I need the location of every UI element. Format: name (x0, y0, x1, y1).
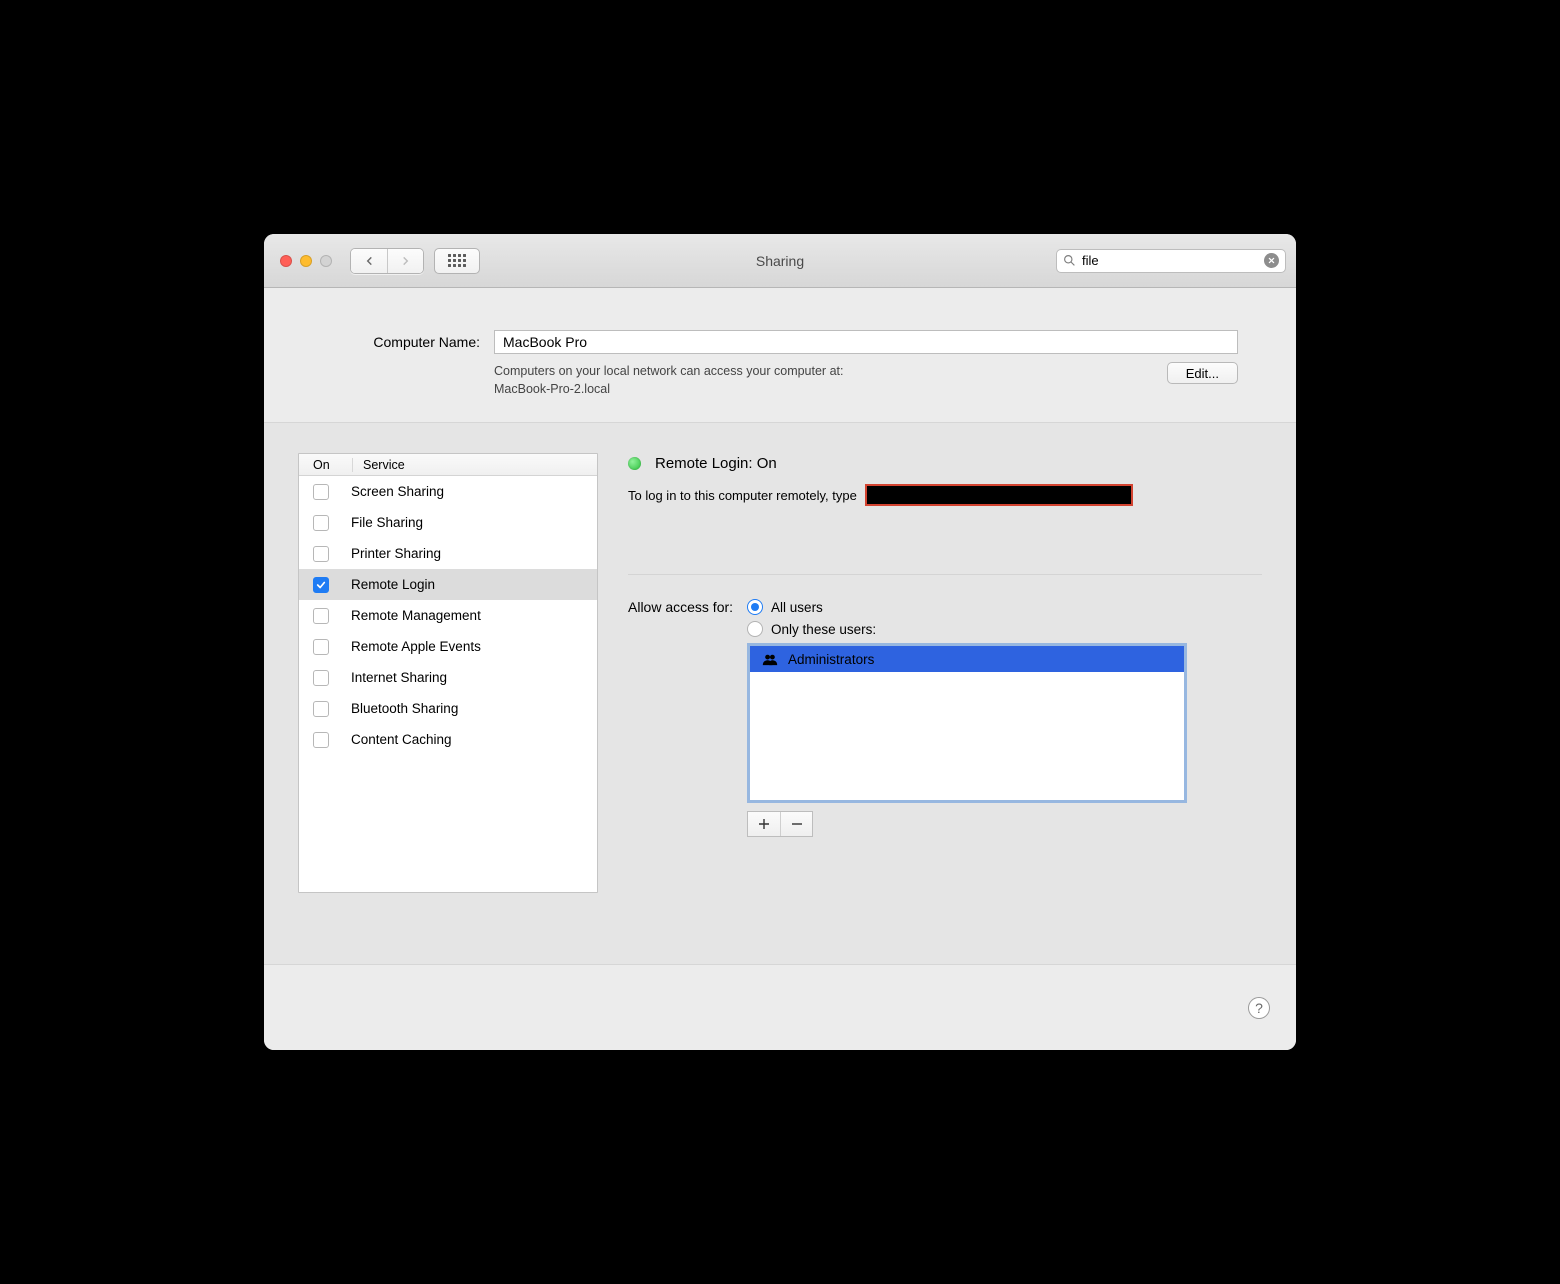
status-indicator-icon (628, 457, 641, 470)
service-row[interactable]: Printer Sharing (299, 538, 597, 569)
user-row[interactable]: Administrators (750, 646, 1184, 672)
access-section: Allow access for: All users Only these u… (628, 599, 1262, 837)
service-checkbox[interactable] (313, 670, 329, 686)
computer-name-input[interactable] (494, 330, 1238, 354)
forward-button[interactable] (387, 249, 423, 273)
service-label: Remote Management (351, 608, 481, 623)
user-name: Administrators (788, 652, 874, 667)
allow-access-label: Allow access for: (628, 599, 733, 837)
show-all-button[interactable] (434, 248, 480, 274)
service-checkbox[interactable] (313, 577, 329, 593)
service-checkbox[interactable] (313, 484, 329, 500)
service-label: Bluetooth Sharing (351, 701, 458, 716)
radio-all-users[interactable] (747, 599, 763, 615)
ssh-command-redacted (865, 484, 1133, 506)
window-controls (274, 255, 350, 267)
titlebar: Sharing (264, 234, 1296, 288)
radio-only-these-users[interactable] (747, 621, 763, 637)
clear-search-button[interactable] (1264, 253, 1279, 268)
edit-hostname-button[interactable]: Edit... (1167, 362, 1238, 384)
login-instruction: To log in to this computer remotely, typ… (628, 488, 857, 503)
column-service: Service (353, 458, 405, 472)
chevron-left-icon (365, 256, 374, 266)
zoom-window-button[interactable] (320, 255, 332, 267)
search-field[interactable] (1056, 249, 1286, 273)
service-row[interactable]: Content Caching (299, 724, 597, 755)
service-checkbox[interactable] (313, 608, 329, 624)
services-header: On Service (299, 454, 597, 476)
service-row[interactable]: Remote Apple Events (299, 631, 597, 662)
add-user-button[interactable] (748, 812, 780, 836)
service-label: Internet Sharing (351, 670, 447, 685)
back-button[interactable] (351, 249, 387, 273)
users-listbox[interactable]: Administrators (747, 643, 1187, 803)
computer-name-section: Computer Name: Computers on your local n… (264, 288, 1296, 423)
preferences-window: Sharing Computer Name: Computers o (264, 234, 1296, 1050)
option-only-these-users[interactable]: Only these users: (747, 621, 1187, 637)
service-row[interactable]: Remote Login (299, 569, 597, 600)
minus-icon (791, 818, 803, 830)
nav-back-forward (350, 248, 424, 274)
help-button[interactable]: ? (1248, 997, 1270, 1019)
service-row[interactable]: Screen Sharing (299, 476, 597, 507)
add-remove-controls (747, 811, 813, 837)
chevron-right-icon (401, 256, 410, 266)
service-row[interactable]: Internet Sharing (299, 662, 597, 693)
content: Computer Name: Computers on your local n… (264, 288, 1296, 1050)
plus-icon (758, 818, 770, 830)
service-label: Content Caching (351, 732, 452, 747)
search-icon (1063, 254, 1076, 267)
users-icon (762, 653, 778, 666)
minimize-window-button[interactable] (300, 255, 312, 267)
option-all-users[interactable]: All users (747, 599, 1187, 615)
remove-user-button[interactable] (780, 812, 812, 836)
service-label: File Sharing (351, 515, 423, 530)
computer-name-label: Computer Name: (322, 334, 480, 350)
service-checkbox[interactable] (313, 701, 329, 717)
service-checkbox[interactable] (313, 546, 329, 562)
divider (628, 574, 1262, 575)
main-area: On Service Screen Sharing File Sharing Pri… (264, 423, 1296, 964)
service-label: Printer Sharing (351, 546, 441, 561)
service-detail: Remote Login: On To log in to this compu… (628, 453, 1262, 837)
column-on: On (299, 458, 353, 472)
services-table: On Service Screen Sharing File Sharing Pri… (298, 453, 598, 893)
service-row[interactable]: Remote Management (299, 600, 597, 631)
service-checkbox[interactable] (313, 515, 329, 531)
service-label: Remote Login (351, 577, 435, 592)
checkmark-icon (316, 580, 326, 590)
service-label: Screen Sharing (351, 484, 444, 499)
search-input[interactable] (1076, 253, 1264, 268)
computer-name-description: Computers on your local network can acce… (494, 362, 1149, 398)
service-row[interactable]: Bluetooth Sharing (299, 693, 597, 724)
grid-icon (448, 254, 466, 267)
service-checkbox[interactable] (313, 732, 329, 748)
service-label: Remote Apple Events (351, 639, 481, 654)
status-title: Remote Login: On (655, 455, 777, 472)
footer: ? (264, 964, 1296, 1050)
option-all-users-label: All users (771, 600, 823, 615)
service-checkbox[interactable] (313, 639, 329, 655)
option-only-users-label: Only these users: (771, 622, 876, 637)
close-icon (1268, 257, 1275, 264)
service-row[interactable]: File Sharing (299, 507, 597, 538)
close-window-button[interactable] (280, 255, 292, 267)
